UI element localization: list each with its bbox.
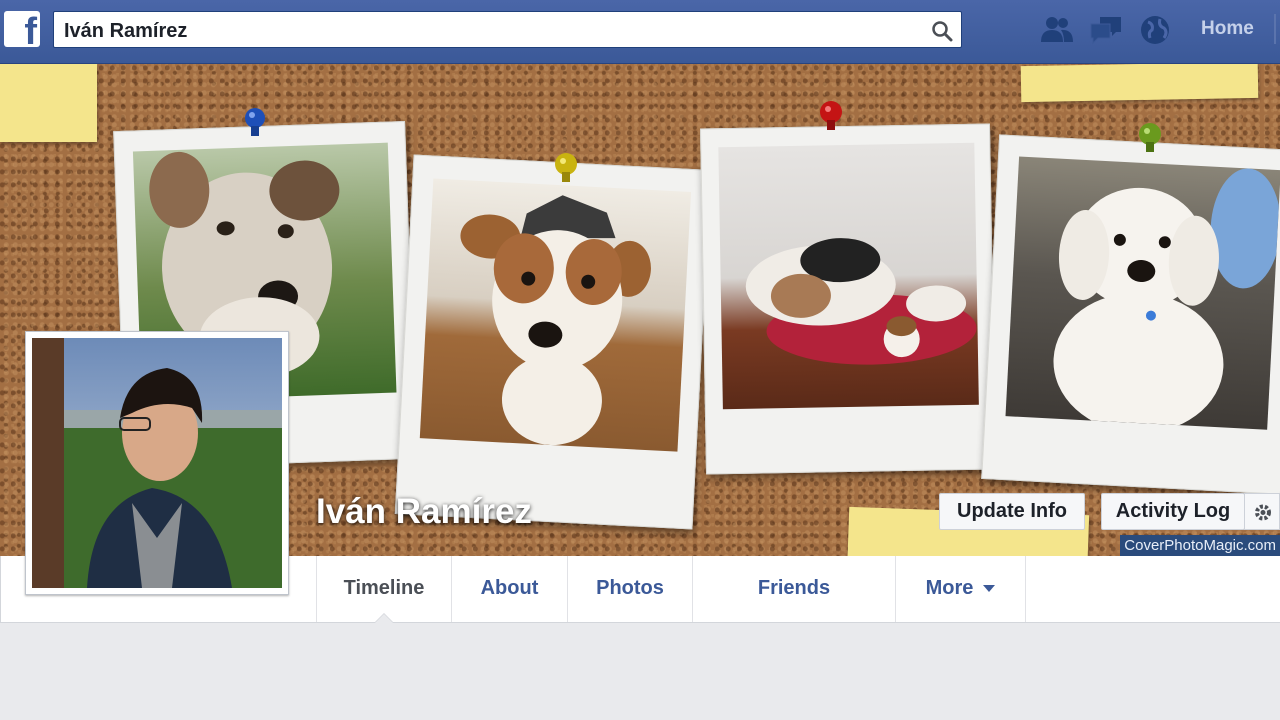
tab-photos[interactable]: Photos	[568, 556, 693, 622]
friend-requests-icon[interactable]	[1039, 14, 1075, 46]
search-input[interactable]: Iván Ramírez	[53, 11, 962, 48]
tab-about[interactable]: About	[452, 556, 568, 622]
tab-timeline[interactable]: Timeline	[316, 556, 452, 623]
blue-pushpin-icon	[245, 108, 265, 136]
sticky-note	[0, 64, 97, 142]
dog-photo	[1005, 156, 1280, 430]
green-pushpin-icon	[1139, 123, 1161, 152]
active-tab-indicator	[375, 614, 393, 623]
update-info-button[interactable]: Update Info	[939, 493, 1085, 530]
nav-divider	[1274, 14, 1276, 44]
activity-log-button[interactable]: Activity Log	[1101, 493, 1245, 530]
chevron-down-icon	[983, 585, 996, 593]
red-pushpin-icon	[820, 101, 842, 130]
sticky-note	[1020, 64, 1259, 103]
top-navigation-bar: f Iván Ramírez Home	[0, 0, 1280, 64]
settings-button[interactable]	[1244, 493, 1280, 530]
profile-picture[interactable]	[25, 331, 289, 595]
tab-friends[interactable]: Friends	[693, 556, 896, 622]
yellow-pushpin-icon	[555, 153, 577, 182]
home-link[interactable]: Home	[1201, 18, 1254, 40]
messages-icon[interactable]	[1088, 14, 1124, 46]
facebook-logo-icon[interactable]: f	[4, 11, 40, 47]
avatar	[32, 338, 282, 588]
search-icon[interactable]	[931, 20, 953, 42]
search-input-value[interactable]: Iván Ramírez	[64, 20, 187, 43]
dog-photo	[419, 178, 692, 452]
tab-more[interactable]: More	[896, 556, 1026, 622]
gear-icon	[1255, 504, 1271, 521]
polaroid-photo	[700, 123, 996, 475]
profile-name[interactable]: Iván Ramírez	[316, 492, 532, 532]
notifications-globe-icon[interactable]	[1138, 14, 1174, 46]
polaroid-photo	[394, 154, 712, 530]
dogs-in-bed-photo	[718, 142, 979, 410]
cover-watermark: CoverPhotoMagic.com	[1120, 535, 1280, 556]
polaroid-photo	[981, 134, 1280, 495]
